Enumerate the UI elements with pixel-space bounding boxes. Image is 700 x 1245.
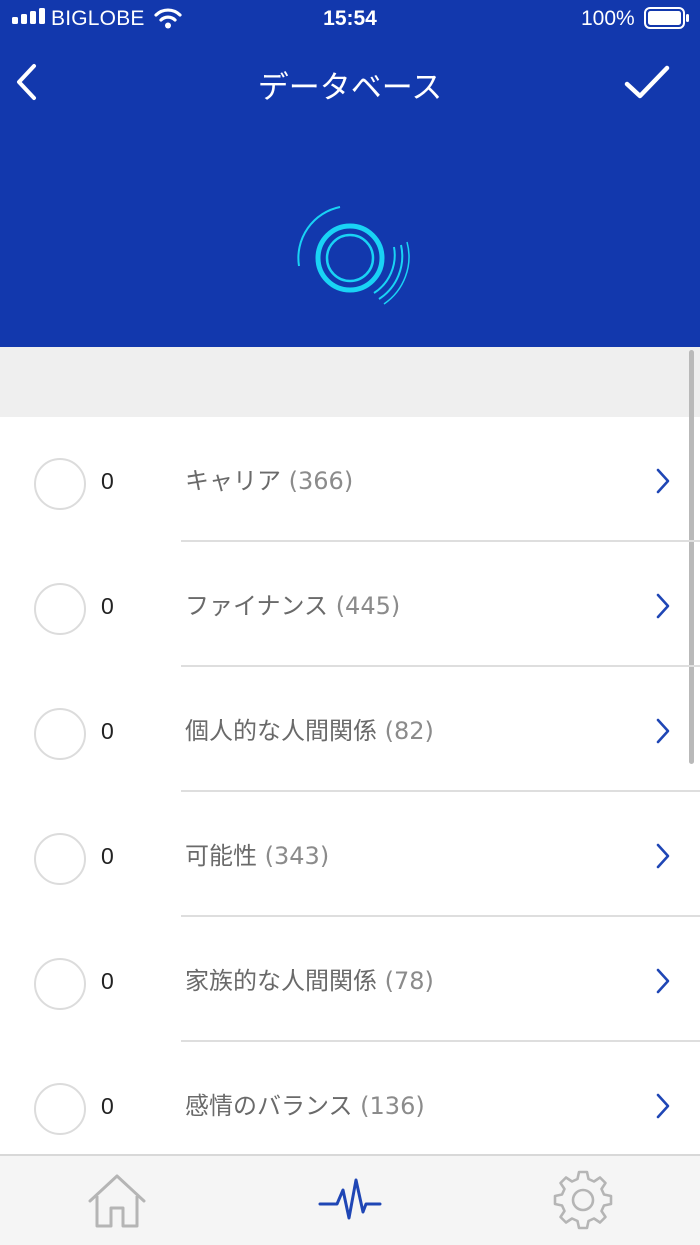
status-bar: BIGLOBE 15:54 100% <box>0 0 700 40</box>
chevron-right-icon[interactable] <box>653 1092 673 1120</box>
battery-percent: 100% <box>581 7 635 30</box>
item-count: 0 <box>101 718 114 744</box>
radio-button[interactable] <box>34 1083 86 1135</box>
list-item[interactable]: 0 ファイナンス (445) <box>0 542 700 667</box>
item-label: 家族的な人間関係 (78) <box>185 967 434 995</box>
item-label: 感情のバランス (136) <box>185 1092 425 1120</box>
radio-button[interactable] <box>34 833 86 885</box>
pulse-icon[interactable] <box>318 1174 382 1228</box>
item-label: ファイナンス (445) <box>185 592 401 620</box>
list-item[interactable]: 0 キャリア (366) <box>0 417 700 542</box>
list-header-spacer <box>0 347 700 417</box>
chevron-right-icon[interactable] <box>653 592 673 620</box>
gear-icon[interactable] <box>553 1170 613 1230</box>
battery-icon <box>644 7 689 29</box>
done-button[interactable] <box>622 62 672 102</box>
item-count: 0 <box>101 968 114 994</box>
home-icon[interactable] <box>86 1172 148 1230</box>
chevron-right-icon[interactable] <box>653 967 673 995</box>
item-label: 可能性 (343) <box>185 842 330 870</box>
chevron-right-icon[interactable] <box>653 717 673 745</box>
radio-button[interactable] <box>34 708 86 760</box>
chevron-right-icon[interactable] <box>653 467 673 495</box>
page-title: データベース <box>257 70 443 106</box>
radio-button[interactable] <box>34 583 86 635</box>
item-count: 0 <box>101 1093 114 1119</box>
list-item[interactable]: 0 個人的な人間関係 (82) <box>0 667 700 792</box>
item-count: 0 <box>101 843 114 869</box>
list-item[interactable]: 0 可能性 (343) <box>0 792 700 917</box>
list-item[interactable]: 0 家族的な人間関係 (78) <box>0 917 700 1042</box>
list-item[interactable]: 0 感情のバランス (136) <box>0 1042 700 1167</box>
tab-bar <box>0 1154 700 1245</box>
item-label: 個人的な人間関係 (82) <box>185 717 434 745</box>
radio-button[interactable] <box>34 458 86 510</box>
item-count: 0 <box>101 468 114 494</box>
app-logo <box>297 206 410 305</box>
radio-button[interactable] <box>34 958 86 1010</box>
item-count: 0 <box>101 593 114 619</box>
chevron-right-icon[interactable] <box>653 842 673 870</box>
header: BIGLOBE 15:54 100% データベース <box>0 0 700 347</box>
item-label: キャリア (366) <box>185 467 354 495</box>
